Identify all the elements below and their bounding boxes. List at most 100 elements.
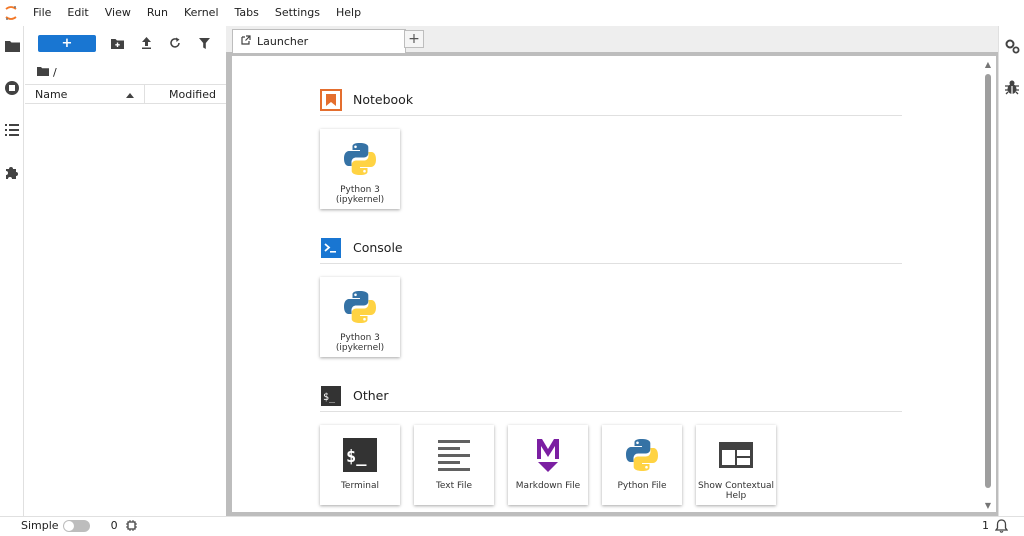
text-file-icon	[428, 429, 480, 481]
svg-text:$_: $_	[346, 447, 367, 467]
contextual-help-icon	[710, 429, 762, 481]
card-label: Terminal	[321, 481, 399, 491]
file-browser-panel: + / Name Modified	[25, 26, 226, 516]
menu-edit[interactable]: Edit	[59, 0, 96, 26]
card-label: Python File	[603, 481, 681, 491]
launcher-tab-icon	[241, 35, 251, 48]
upload-button[interactable]	[135, 33, 157, 53]
card-label-line1: Terminal	[340, 481, 380, 491]
menu-run[interactable]: Run	[139, 0, 176, 26]
file-list-header: Name Modified	[25, 84, 226, 104]
folder-icon[interactable]	[3, 37, 21, 55]
other-section: $_ Other $_ Terminal Text File Markdown …	[320, 380, 902, 505]
menu-view[interactable]: View	[97, 0, 139, 26]
status-bar: Simple 0 1	[0, 516, 1024, 534]
left-activity-bar	[0, 26, 24, 516]
main-dock-area: Launcher + Notebook Python 3 (ipykernel)…	[226, 26, 998, 516]
console-section-title: Console	[353, 240, 403, 255]
scroll-down-arrow-icon[interactable]: ▼	[983, 501, 993, 510]
card-label-line1: Python 3	[340, 333, 380, 343]
card-label-line1: Markdown File	[515, 481, 581, 491]
launcher-card-notebook-python3[interactable]: Python 3 (ipykernel)	[320, 129, 400, 209]
tab-bar: Launcher +	[226, 26, 998, 53]
column-modified[interactable]: Modified	[145, 88, 226, 101]
tab-launcher[interactable]: Launcher	[232, 29, 406, 53]
menu-file[interactable]: File	[22, 0, 59, 26]
launcher-panel: Notebook Python 3 (ipykernel) Console Py…	[232, 56, 996, 512]
home-folder-icon[interactable]	[37, 66, 49, 79]
console-icon	[320, 237, 342, 259]
tab-launcher-label: Launcher	[257, 35, 309, 48]
extension-icon[interactable]	[3, 163, 21, 181]
new-launcher-label: +	[61, 35, 73, 51]
scroll-up-arrow-icon[interactable]: ▲	[983, 60, 993, 69]
launcher-card-text-file[interactable]: Text File	[414, 425, 494, 505]
column-name-label: Name	[35, 87, 68, 101]
markdown-icon	[522, 429, 574, 481]
right-activity-bar	[998, 26, 1024, 516]
breadcrumb: /	[25, 60, 226, 84]
card-label-line2: (ipykernel)	[335, 195, 385, 205]
card-label: Python 3 (ipykernel)	[321, 185, 399, 205]
kernel-count: 0	[110, 519, 118, 532]
other-section-title: Other	[353, 388, 389, 403]
launcher-card-markdown-file[interactable]: Markdown File	[508, 425, 588, 505]
card-label: Show Contextual Help	[697, 481, 775, 501]
refresh-button[interactable]	[164, 33, 186, 53]
python-logo-icon	[334, 133, 386, 185]
jupyter-logo-icon	[0, 0, 22, 26]
launcher-card-contextual-help[interactable]: Show Contextual Help	[696, 425, 776, 505]
python-logo-icon	[334, 281, 386, 333]
column-name[interactable]: Name	[25, 85, 145, 103]
add-tab-button[interactable]: +	[404, 30, 424, 48]
card-label-line1: Python 3	[340, 185, 380, 195]
other-section-header: $_ Other	[320, 380, 902, 412]
kernel-status-icon[interactable]	[126, 520, 138, 532]
column-modified-label: Modified	[169, 87, 216, 101]
launcher-card-python-file[interactable]: Python File	[602, 425, 682, 505]
menu-tabs[interactable]: Tabs	[227, 0, 267, 26]
menu-help[interactable]: Help	[328, 0, 369, 26]
simple-mode-toggle[interactable]	[62, 519, 90, 532]
terminal-section-icon: $_	[320, 385, 342, 407]
menu-bar: File Edit View Run Kernel Tabs Settings …	[0, 0, 1024, 26]
toggle-knob	[63, 520, 74, 531]
notebook-icon	[320, 88, 342, 111]
sort-ascending-icon	[126, 88, 134, 101]
notebook-section-title: Notebook	[353, 92, 414, 107]
simple-mode-label: Simple	[21, 519, 59, 532]
file-browser-toolbar: +	[25, 26, 226, 60]
card-label-line1: Text File	[435, 481, 473, 491]
breadcrumb-root[interactable]: /	[53, 66, 57, 79]
filter-button[interactable]	[193, 33, 215, 53]
card-label-line1: Show Contextual	[697, 481, 775, 491]
debugger-icon[interactable]	[1003, 78, 1021, 96]
new-folder-button[interactable]	[106, 33, 128, 53]
card-label-line2: Help	[725, 491, 747, 501]
card-label-line2: (ipykernel)	[335, 343, 385, 353]
card-label: Python 3 (ipykernel)	[321, 333, 399, 353]
notebook-section-header: Notebook	[320, 84, 902, 116]
running-kernels-icon[interactable]	[3, 79, 21, 97]
table-of-contents-icon[interactable]	[3, 121, 21, 139]
terminal-icon: $_	[334, 429, 386, 481]
launcher-scrollbar[interactable]: ▲ ▼	[983, 60, 993, 510]
notification-count: 1	[982, 519, 989, 532]
launcher-card-console-python3[interactable]: Python 3 (ipykernel)	[320, 277, 400, 357]
property-inspector-icon[interactable]	[1003, 37, 1021, 55]
new-launcher-button[interactable]: +	[38, 34, 96, 52]
menu-settings[interactable]: Settings	[267, 0, 328, 26]
scroll-thumb[interactable]	[985, 74, 991, 488]
console-section: Console Python 3 (ipykernel)	[320, 232, 902, 357]
menu-kernel[interactable]: Kernel	[176, 0, 227, 26]
card-label: Text File	[415, 481, 493, 491]
svg-text:$_: $_	[323, 392, 336, 403]
console-section-header: Console	[320, 232, 902, 264]
notebook-section: Notebook Python 3 (ipykernel)	[320, 84, 902, 209]
card-label: Markdown File	[509, 481, 587, 491]
card-label-line1: Python File	[617, 481, 667, 491]
python-logo-icon	[616, 429, 668, 481]
add-tab-label: +	[408, 31, 420, 47]
launcher-card-terminal[interactable]: $_ Terminal	[320, 425, 400, 505]
bell-icon[interactable]	[994, 519, 1009, 536]
